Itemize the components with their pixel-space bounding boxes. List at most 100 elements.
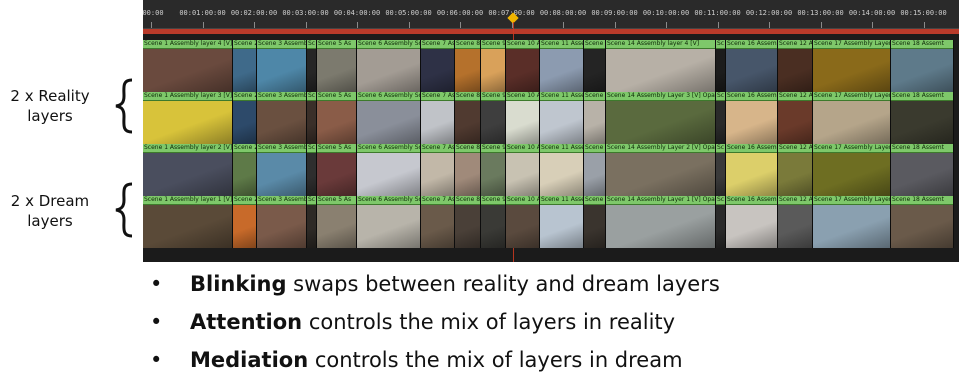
- video-clip[interactable]: Scene 10 A: [506, 92, 540, 144]
- clip-label: Sc: [307, 92, 316, 101]
- timecode-ruler[interactable]: 00:00 00:01:00:00 00:02:00:00 00:03:00:00 00…: [143, 0, 959, 29]
- video-clip[interactable]: Scene 18 Assemt: [891, 196, 954, 248]
- video-clip[interactable]: Scene 1 Assembly layer 4 [V]: [143, 40, 233, 92]
- clip-label: Sc: [716, 92, 725, 101]
- video-clip[interactable]: Scene 16 Assem: [726, 196, 778, 248]
- video-clip[interactable]: Scene 1 Assembly layer 2 [V] Op: [143, 144, 233, 196]
- clip-label: Scene 5 As: [317, 92, 356, 101]
- video-clip[interactable]: Scene 1: [584, 92, 606, 144]
- clip-label: Scene 9: [481, 196, 505, 205]
- clip-thumbnail: [540, 101, 583, 144]
- video-clip[interactable]: Sc: [307, 144, 317, 196]
- video-clip[interactable]: Sc: [307, 40, 317, 92]
- timecode-tick: [717, 22, 719, 28]
- video-clip[interactable]: Sc: [716, 92, 726, 144]
- video-clip[interactable]: Scene 6 Assembly Sce: [357, 196, 421, 248]
- video-clip[interactable]: Scene 18 Assemt: [891, 144, 954, 196]
- video-clip[interactable]: Scene 14 Assembly Layer 1 [V] Opacity: [606, 196, 716, 248]
- video-clip[interactable]: Scene 10 A: [506, 144, 540, 196]
- video-clip[interactable]: Scene 7 Ass: [421, 144, 455, 196]
- video-clip[interactable]: Scene 18 Assemt: [891, 92, 954, 144]
- video-clip[interactable]: Scene 5 As: [317, 40, 357, 92]
- video-clip[interactable]: Scene 2: [233, 196, 257, 248]
- video-clip[interactable]: Scene 12 As: [778, 92, 813, 144]
- video-clip[interactable]: Sc: [716, 144, 726, 196]
- clip-thumbnail: [606, 153, 715, 196]
- video-clip[interactable]: Scene 11 Assem: [540, 196, 584, 248]
- video-clip[interactable]: Scene 17 Assembly Layer 2 [V] Op: [813, 144, 891, 196]
- video-clip[interactable]: Scene 11 Assem: [540, 144, 584, 196]
- clip-thumbnail: [481, 101, 505, 144]
- clip-thumbnail: [455, 205, 480, 248]
- video-clip[interactable]: Scene 9: [481, 144, 506, 196]
- video-clip[interactable]: Scene 17 Assembly Layer 4 [V]: [813, 40, 891, 92]
- video-clip[interactable]: Scene 5 As: [317, 196, 357, 248]
- video-clip[interactable]: Sc: [307, 92, 317, 144]
- clip-label: Scene 1: [584, 92, 605, 101]
- clip-label: Scene 2: [233, 196, 256, 205]
- video-clip[interactable]: Scene 8: [455, 92, 481, 144]
- clip-thumbnail: [421, 205, 454, 248]
- work-area-bar[interactable]: [143, 29, 959, 34]
- video-clip[interactable]: Scene 14 Assembly Layer 3 [V] Opacity: [606, 92, 716, 144]
- video-clip[interactable]: Sc: [716, 40, 726, 92]
- video-clip[interactable]: Scene 8: [455, 196, 481, 248]
- video-clip[interactable]: Scene 1 Assembly layer 3 [V] Op: [143, 92, 233, 144]
- video-clip[interactable]: Scene 16 Assem: [726, 40, 778, 92]
- clip-label: Scene 10 A: [506, 144, 539, 153]
- video-clip[interactable]: Scene 14 Assembly layer 4 [V]: [606, 40, 716, 92]
- video-clip[interactable]: Scene 9: [481, 40, 506, 92]
- clip-thumbnail: [317, 49, 356, 92]
- video-clip[interactable]: Scene 17 Assembly Layer 1 [V] Op: [813, 196, 891, 248]
- video-clip[interactable]: Scene 2: [233, 144, 257, 196]
- video-clip[interactable]: Scene 9: [481, 92, 506, 144]
- video-clip[interactable]: Scene 7 Ass: [421, 196, 455, 248]
- video-clip[interactable]: Scene 2: [233, 92, 257, 144]
- video-clip[interactable]: Scene 14 Assembly Layer 2 [V] Opacity: [606, 144, 716, 196]
- video-clip[interactable]: Scene 5 As: [317, 92, 357, 144]
- clip-label: Scene 8: [455, 40, 480, 49]
- video-clip[interactable]: Scene 7 As: [421, 92, 455, 144]
- video-clip[interactable]: Scene 9: [481, 196, 506, 248]
- video-clip[interactable]: Scene 6 Assembly Sce: [357, 144, 421, 196]
- video-clip[interactable]: Scene 1: [584, 40, 606, 92]
- video-clip[interactable]: Scene 6 Assembly Sce: [357, 92, 421, 144]
- reality-brace-icon: [112, 78, 136, 134]
- video-clip[interactable]: Scene 6 Assembly Sce: [357, 40, 421, 92]
- clip-thumbnail: [891, 205, 953, 248]
- video-clip[interactable]: Scene 11 Assen: [540, 92, 584, 144]
- video-clip[interactable]: Scene 3 Assembl: [257, 92, 307, 144]
- video-clip[interactable]: Sc: [307, 196, 317, 248]
- clip-label: Scene 14 Assembly Layer 2 [V] Opacity: [606, 144, 715, 153]
- clip-thumbnail: [421, 49, 454, 92]
- video-clip[interactable]: Scene 3 Assembl: [257, 144, 307, 196]
- video-clip[interactable]: Scene 12 As: [778, 40, 813, 92]
- clip-label: Scene 6 Assembly Sce: [357, 196, 420, 205]
- video-clip[interactable]: Scene 16 Assem: [726, 144, 778, 196]
- video-clip[interactable]: Scene 3 Assembly: [257, 40, 307, 92]
- video-clip[interactable]: Scene 18 Assemt: [891, 40, 954, 92]
- video-clip[interactable]: Scene 5 As: [317, 144, 357, 196]
- video-clip[interactable]: Scene 8: [455, 40, 481, 92]
- video-clip[interactable]: Scene 12 As: [778, 196, 813, 248]
- video-clip[interactable]: Scene 12 As: [778, 144, 813, 196]
- video-clip[interactable]: Scene 10 A: [506, 196, 540, 248]
- video-clip[interactable]: Scene 1: [584, 196, 606, 248]
- clip-thumbnail: [257, 49, 306, 92]
- video-clip[interactable]: Scene 8: [455, 144, 481, 196]
- video-clip[interactable]: Scene 11 Assen: [540, 40, 584, 92]
- video-clip[interactable]: Scene 2: [233, 40, 257, 92]
- clip-thumbnail: [357, 205, 420, 248]
- video-clip[interactable]: Scene 7 As: [421, 40, 455, 92]
- clip-label: Scene 3 Assembl: [257, 144, 306, 153]
- video-clip[interactable]: Scene 16 Assem: [726, 92, 778, 144]
- video-clip[interactable]: Scene 1 Assembly layer 1 [V] Op: [143, 196, 233, 248]
- video-clip[interactable]: Scene 1: [584, 144, 606, 196]
- timecode-label: 00:13:00:00: [797, 9, 844, 17]
- video-clip[interactable]: Scene 10 A: [506, 40, 540, 92]
- clip-thumbnail: [317, 153, 356, 196]
- video-clip[interactable]: Sc: [716, 196, 726, 248]
- video-clip[interactable]: Scene 17 Assembly Layer 3 [V] Op: [813, 92, 891, 144]
- video-clip[interactable]: Scene 3 Assembl: [257, 196, 307, 248]
- video-timeline[interactable]: 00:00 00:01:00:00 00:02:00:00 00:03:00:00 00…: [143, 0, 959, 262]
